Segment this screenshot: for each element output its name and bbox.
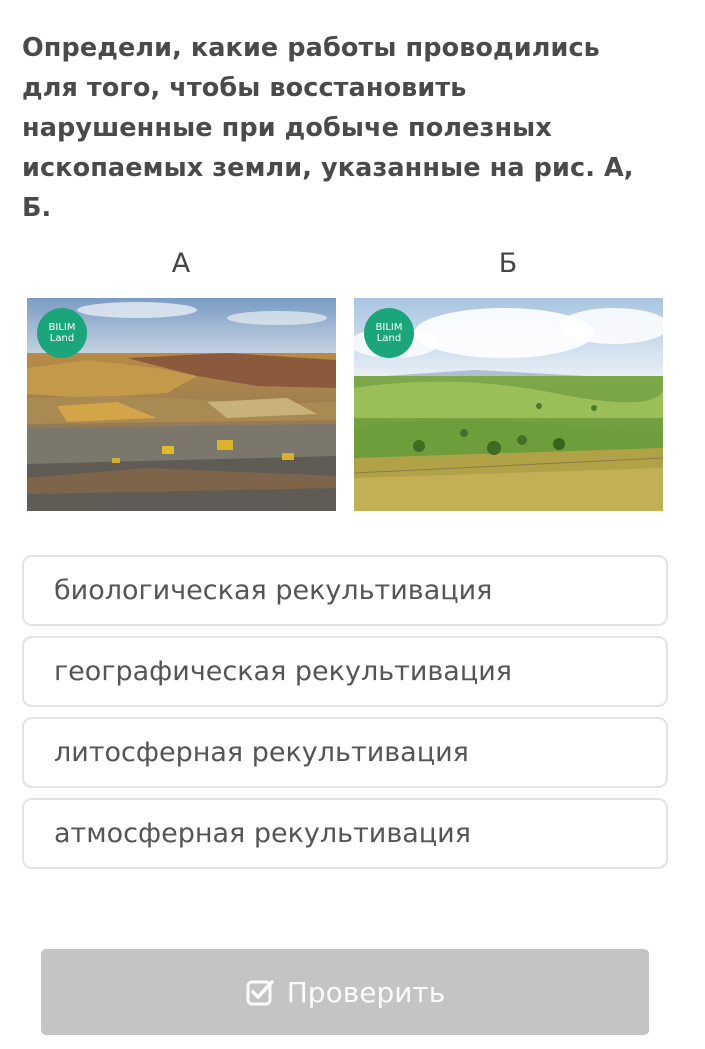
answer-option-biological[interactable]: биологическая рекультивация (22, 555, 668, 626)
mine-quarry-photo: BILIM Land (27, 298, 336, 511)
restored-land-photo: BILIM Land (354, 298, 663, 511)
question-text: Определи, какие работы проводились для т… (22, 33, 634, 223)
bilim-land-logo: BILIM Land (364, 308, 414, 358)
check-button[interactable]: Проверить (41, 949, 649, 1035)
answer-option-lithospheric[interactable]: литосферная рекультивация (22, 717, 668, 788)
answer-option-atmospheric[interactable]: атмосферная рекультивация (22, 798, 668, 869)
check-button-label: Проверить (286, 975, 446, 1009)
image-label-a: А (171, 248, 191, 279)
answer-options: биологическая рекультивация географическ… (22, 555, 668, 879)
bilim-land-logo: BILIM Land (37, 308, 87, 358)
checkbox-check-icon (245, 977, 275, 1007)
image-label-b: Б (498, 248, 518, 279)
answer-option-geographical[interactable]: географическая рекультивация (22, 636, 668, 707)
